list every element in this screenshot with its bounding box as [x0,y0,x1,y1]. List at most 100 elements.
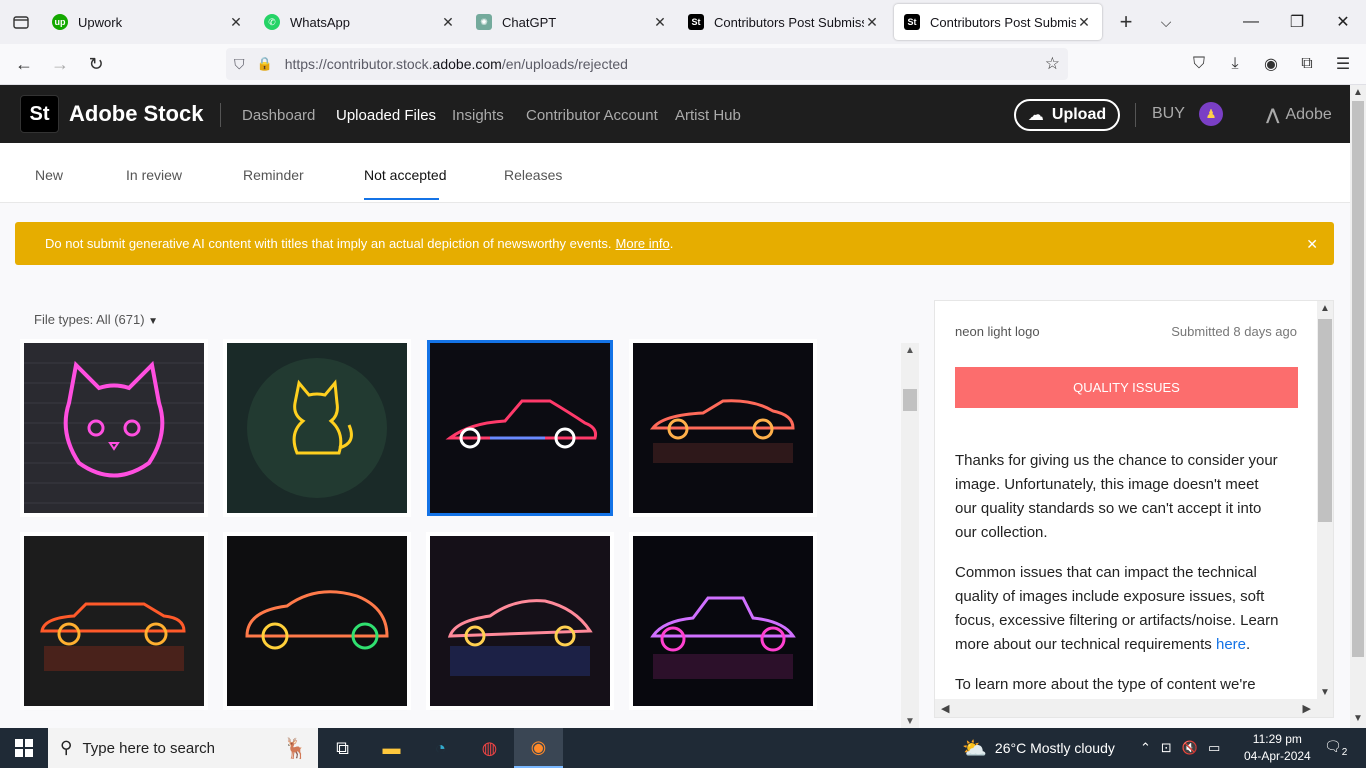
chatgpt-icon: ✺ [476,14,492,30]
page-scrollbar[interactable]: ▲ ▼ [1350,85,1366,728]
battery-icon[interactable]: ▭ [1208,740,1220,756]
download-icon[interactable]: ⤓ [1220,48,1250,80]
adobe-stock-logo[interactable]: St [20,95,59,133]
file-types-dropdown[interactable]: File types: All (671) ▼ [34,312,158,327]
avatar[interactable]: ♟ [1199,102,1223,126]
close-icon[interactable]: ✕ [1306,236,1318,253]
panel-horizontal-scrollbar[interactable]: ◀ ▶ [935,699,1333,717]
close-window-icon[interactable]: ✕ [1320,0,1366,44]
close-icon[interactable]: ✕ [652,14,668,31]
close-icon[interactable]: ✕ [440,14,456,31]
browser-tab-adobe-stock[interactable]: St Contributors Post Submission ✕ [678,4,890,40]
system-tray: ⌃ ⊡ 🔇 ▭ [1140,728,1220,768]
chevron-down-icon[interactable]: ⌵ [1146,14,1186,31]
scroll-thumb[interactable] [903,389,917,411]
nav-dashboard[interactable]: Dashboard [242,107,315,124]
shield-icon[interactable]: ⛉ [234,56,245,73]
thumbnail-neon-cat-face[interactable] [24,343,204,513]
bookmark-star-icon[interactable]: ☆ [1045,54,1060,74]
network-icon[interactable]: ⊡ [1161,740,1172,756]
browser-tab-upwork[interactable]: up Upwork ✕ [42,4,254,40]
account-icon[interactable]: ◉ [1256,48,1286,80]
buy-link[interactable]: BUY [1152,105,1185,123]
firefox-icon[interactable]: ◉ [514,728,563,768]
scroll-thumb[interactable] [1318,319,1332,522]
neon-sports-car-image [633,343,813,513]
scroll-right-icon[interactable]: ▶ [1303,702,1311,715]
brand-name[interactable]: Adobe Stock [69,101,203,127]
thumbnail-neon-classic-car[interactable] [24,536,204,706]
windows-start-icon[interactable] [0,728,48,768]
more-info-link[interactable]: More info [616,236,670,251]
scroll-down-icon[interactable]: ▼ [901,714,919,728]
close-icon[interactable]: ✕ [1076,14,1092,31]
close-icon[interactable]: ✕ [228,14,244,31]
back-arrow-icon[interactable]: ← [6,48,42,80]
window-controls: — ❐ ✕ [1228,0,1366,44]
scroll-thumb[interactable] [1352,101,1364,657]
upwork-icon: up [52,14,68,30]
browser-tab-strip: up Upwork ✕ ✆ WhatsApp ✕ ✺ ChatGPT ✕ St … [0,0,1366,44]
scroll-down-icon[interactable]: ▼ [1350,713,1366,724]
quality-issues-info: Common issues that can impact the techni… [955,561,1283,657]
tab-reminder[interactable]: Reminder [243,167,304,183]
close-icon[interactable]: ✕ [864,14,880,31]
tab-releases[interactable]: Releases [504,167,562,183]
weather-widget[interactable]: ⛅ 26°C Mostly cloudy [962,728,1115,768]
taskbar-search[interactable]: ⚲ Type here to search 🦌 [48,728,318,768]
chrome-icon[interactable]: ◍ [465,728,514,768]
thumbnail-neon-coupe[interactable] [430,536,610,706]
scroll-up-icon[interactable]: ▲ [901,343,919,357]
neon-vintage-car-image [430,343,610,513]
browser-tab-chatgpt[interactable]: ✺ ChatGPT ✕ [466,4,678,40]
file-explorer-icon[interactable]: ▬ [367,728,416,768]
notification-icon[interactable]: 🗨2 [1324,738,1347,758]
edge-icon[interactable]: ◔ [416,728,465,768]
pocket-icon[interactable]: ⛉ [1184,48,1214,80]
thumbnail-neon-sitting-cat[interactable] [227,343,407,513]
search-placeholder: Type here to search [82,739,216,757]
tab-title: Contributors Post Submission [930,14,1076,30]
tab-not-accepted[interactable]: Not accepted [364,167,447,183]
neon-compact-car-image [227,536,407,706]
scroll-left-icon[interactable]: ◀ [941,702,949,715]
reload-icon[interactable]: ↻ [78,48,114,80]
tab-new[interactable]: New [35,167,63,183]
thumbnail-neon-sports-car[interactable] [633,343,813,513]
lock-icon[interactable]: 🔒 [257,56,273,72]
scroll-up-icon[interactable]: ▲ [1317,303,1333,314]
firefox-view-icon[interactable] [0,0,42,44]
notification-count: 2 [1341,746,1348,758]
task-view-icon[interactable]: ⧉ [318,728,367,768]
chevron-up-icon[interactable]: ⌃ [1140,740,1151,756]
period: . [1246,636,1251,653]
minimize-icon[interactable]: — [1228,0,1274,44]
thumbnail-neon-vintage-car[interactable] [430,343,610,513]
browser-tab-adobe-stock-active[interactable]: St Contributors Post Submission ✕ [894,4,1102,40]
requirements-link[interactable]: here [1216,636,1246,653]
tab-title: WhatsApp [290,14,350,30]
clock[interactable]: 11:29 pm 04-Apr-2024 [1244,731,1311,765]
grid-scrollbar[interactable]: ▲ ▼ [901,343,919,728]
nav-uploaded-files[interactable]: Uploaded Files [336,107,436,124]
thumbnail-neon-compact-car[interactable] [227,536,407,706]
nav-artist-hub[interactable]: Artist Hub [675,107,741,124]
speaker-muted-icon[interactable]: 🔇 [1182,740,1198,756]
neon-vintage-roadster-image [633,536,813,706]
forward-arrow-icon[interactable]: → [42,48,78,80]
browser-tab-whatsapp[interactable]: ✆ WhatsApp ✕ [254,4,466,40]
upload-button[interactable]: ☁ Upload [1014,99,1120,131]
panel-scrollbar[interactable]: ▲ ▼ [1317,301,1333,701]
scroll-down-icon[interactable]: ▼ [1317,687,1333,698]
tab-in-review[interactable]: In review [126,167,182,183]
new-tab-icon[interactable]: + [1106,9,1146,35]
extensions-icon[interactable]: ⧉ [1292,48,1322,80]
nav-contributor-account[interactable]: Contributor Account [526,107,658,124]
address-bar[interactable]: ⛉ 🔒 https://contributor.stock. adobe.com /… [226,48,1068,80]
restore-icon[interactable]: ❐ [1274,0,1320,44]
thumbnail-neon-vintage-roadster[interactable] [633,536,813,706]
scroll-up-icon[interactable]: ▲ [1350,87,1366,98]
adobe-logo[interactable]: ⋀ Adobe [1266,105,1332,125]
nav-insights[interactable]: Insights [452,107,504,124]
menu-icon[interactable]: ☰ [1328,48,1358,80]
